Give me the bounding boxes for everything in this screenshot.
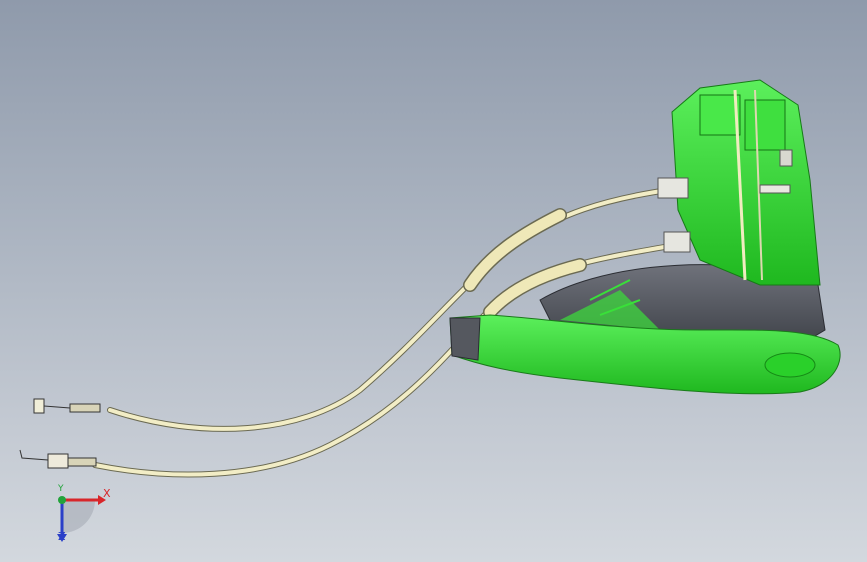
z-axis-label: Z [58,530,66,543]
cad-3d-viewport[interactable]: X Y Z [0,0,867,562]
door-lock-actuator [657,79,821,286]
y-axis-label: Y [58,484,64,494]
cable-end-fitting-lower [19,449,97,469]
x-axis-label: X [103,487,111,500]
cable-end-fitting-upper [33,398,101,414]
model-canvas[interactable] [0,0,867,562]
y-axis-dot [58,496,66,504]
